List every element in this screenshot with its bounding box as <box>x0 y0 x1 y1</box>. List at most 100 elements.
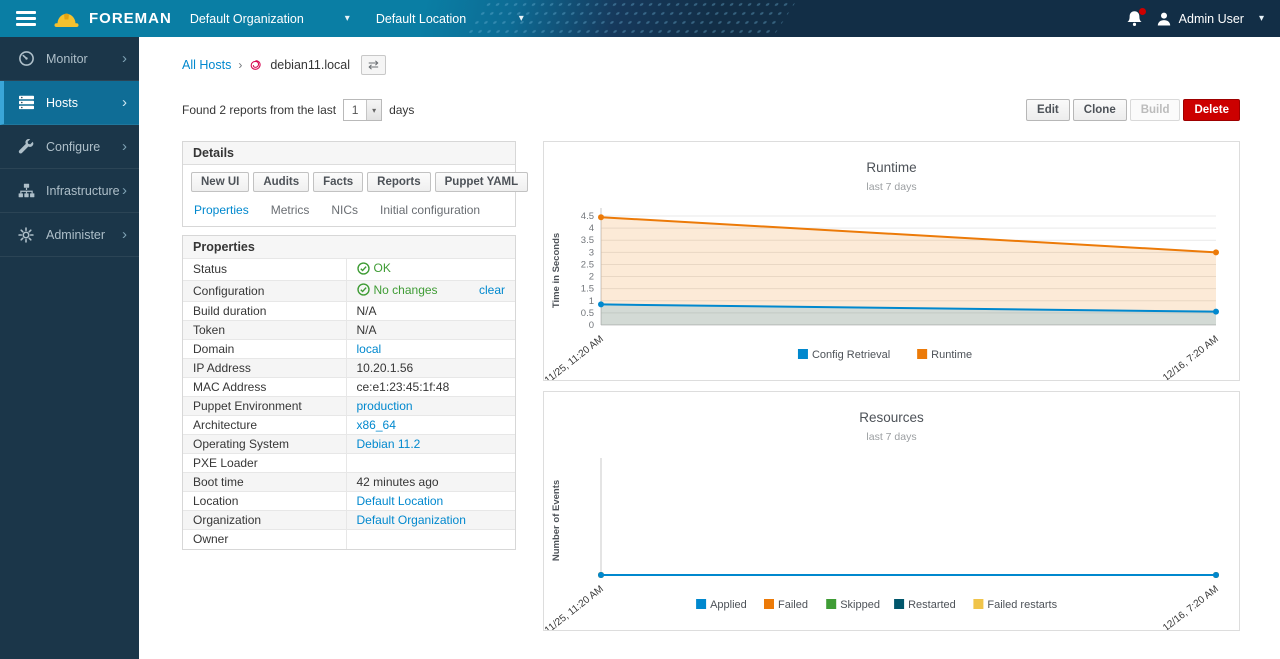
tab-initial-configuration[interactable]: Initial configuration <box>380 203 480 217</box>
gear-icon <box>18 227 37 243</box>
property-label: Configuration <box>183 280 346 302</box>
svg-text:last 7 days: last 7 days <box>866 181 916 193</box>
tab-nics[interactable]: NICs <box>331 203 358 217</box>
breadcrumb-host-name: debian11.local <box>270 58 350 72</box>
chevron-right-icon: › <box>122 226 127 243</box>
build-button: Build <box>1130 99 1181 121</box>
sidebar-item-hosts[interactable]: Hosts› <box>0 81 139 125</box>
svg-text:Config Retrieval: Config Retrieval <box>812 349 890 361</box>
details-panel: Details New UIAuditsFactsReportsPuppet Y… <box>182 141 516 227</box>
svg-text:Failed restarts: Failed restarts <box>987 599 1057 611</box>
svg-text:12/16, 7:20 AM: 12/16, 7:20 AM <box>1161 584 1221 630</box>
chevron-down-icon: ▾ <box>366 100 381 120</box>
details-buttons: New UIAuditsFactsReportsPuppet YAML <box>183 165 515 198</box>
foreman-logo[interactable]: FOREMAN <box>53 9 172 29</box>
property-link[interactable]: Default Organization <box>357 513 466 527</box>
sidebar-item-label: Administer <box>46 228 105 242</box>
table-row: TokenN/A <box>183 321 515 340</box>
report-count-text: Found 2 reports from the last <box>182 103 336 117</box>
chevron-down-icon: ▾ <box>1259 13 1264 24</box>
sidebar-item-infrastructure[interactable]: Infrastructure› <box>0 169 139 213</box>
property-value: Default Location <box>346 492 515 511</box>
sidebar-item-administer[interactable]: Administer › <box>0 213 139 257</box>
property-label: PXE Loader <box>183 454 346 473</box>
organization-switcher[interactable]: Default Organization ▾ <box>180 0 360 37</box>
facts-button[interactable]: Facts <box>313 172 363 192</box>
property-link[interactable]: Debian 11.2 <box>357 437 421 451</box>
host-details-column: Details New UIAuditsFactsReportsPuppet Y… <box>182 141 516 550</box>
svg-text:Resources: Resources <box>859 410 924 425</box>
tab-metrics[interactable]: Metrics <box>271 203 310 217</box>
organization-label: Default Organization <box>190 12 304 26</box>
svg-text:2.5: 2.5 <box>581 259 594 270</box>
chevron-right-icon: › <box>122 138 127 155</box>
clear-link[interactable]: clear <box>479 283 505 297</box>
svg-text:12/16, 7:20 AM: 12/16, 7:20 AM <box>1161 334 1221 380</box>
user-name: Admin User <box>1179 12 1244 26</box>
resources-chart: Resourceslast 7 daysNumber of Events11/2… <box>543 391 1240 631</box>
property-value: No changes clear <box>346 280 515 302</box>
puppet-yaml-button[interactable]: Puppet YAML <box>435 172 528 192</box>
new-ui-button[interactable]: New UI <box>191 172 249 192</box>
main-content: All Hosts › debian11.local ⇄ Found 2 rep… <box>139 37 1280 659</box>
menu-toggle-icon[interactable] <box>16 8 36 30</box>
svg-text:1: 1 <box>589 296 594 307</box>
host-actions: EditCloneBuildDelete <box>1026 99 1240 121</box>
svg-text:4: 4 <box>589 223 594 234</box>
audits-button[interactable]: Audits <box>253 172 309 192</box>
svg-text:1.5: 1.5 <box>581 284 594 295</box>
details-tabs: Properties Metrics NICs Initial configurati… <box>183 198 515 226</box>
property-label: Status <box>183 259 346 281</box>
days-select[interactable]: 1 ▾ <box>343 99 382 121</box>
check-circle-icon <box>357 283 370 296</box>
user-menu[interactable]: Admin User ▾ <box>1156 11 1264 27</box>
report-days-text: days <box>389 103 414 117</box>
notification-badge <box>1139 8 1146 15</box>
property-label: Build duration <box>183 302 346 321</box>
property-label: Domain <box>183 340 346 359</box>
svg-text:11/25, 11:20 AM: 11/25, 11:20 AM <box>544 334 606 380</box>
delete-button[interactable]: Delete <box>1183 99 1240 121</box>
property-link[interactable]: local <box>357 342 382 356</box>
tab-properties[interactable]: Properties <box>194 203 249 217</box>
property-link[interactable]: x86_64 <box>357 418 396 432</box>
chevron-down-icon: ▾ <box>519 13 524 24</box>
table-row: MAC Addressce:e1:23:45:1f:48 <box>183 378 515 397</box>
property-link[interactable]: Default Location <box>357 494 444 508</box>
sidebar-item-monitor[interactable]: Monitor› <box>0 37 139 81</box>
edit-button[interactable]: Edit <box>1026 99 1070 121</box>
location-switcher[interactable]: Default Location ▾ <box>366 0 534 37</box>
chart-canvas: Runtimelast 7 days00.511.522.533.544.5Ti… <box>544 142 1239 380</box>
svg-text:2: 2 <box>589 272 594 283</box>
sidebar-item-configure[interactable]: Configure› <box>0 125 139 169</box>
svg-text:Applied: Applied <box>710 599 747 611</box>
svg-text:0.5: 0.5 <box>581 308 594 319</box>
reports-button[interactable]: Reports <box>367 172 430 192</box>
properties-table: StatusOKConfigurationNo changesclearBuil… <box>183 258 515 549</box>
table-row: Operating System Debian 11.2 <box>183 435 515 454</box>
breadcrumb-all-hosts-link[interactable]: All Hosts <box>182 58 231 72</box>
property-value: ce:e1:23:45:1f:48 <box>346 378 515 397</box>
svg-text:Skipped: Skipped <box>840 599 880 611</box>
property-value: N/A <box>346 321 515 340</box>
property-link[interactable]: production <box>357 399 413 413</box>
properties-panel: Properties StatusOKConfigurationNo chang… <box>182 235 516 550</box>
property-value: 10.20.1.56 <box>346 359 515 378</box>
table-row: LocationDefault Location <box>183 492 515 511</box>
notifications-button[interactable] <box>1126 10 1143 27</box>
property-value: x86_64 <box>346 416 515 435</box>
status-badge: No changes <box>357 283 438 297</box>
property-label: Operating System <box>183 435 346 454</box>
check-circle-icon <box>357 262 370 275</box>
svg-text:Failed: Failed <box>778 599 808 611</box>
sidebar-item-label: Hosts <box>46 96 78 110</box>
host-switcher-button[interactable]: ⇄ <box>361 55 386 75</box>
chevron-right-icon: › <box>122 182 127 199</box>
masthead: FOREMAN Default Organization ▾ Default L… <box>0 0 1280 37</box>
table-row: Domain local <box>183 340 515 359</box>
svg-text:Restarted: Restarted <box>908 599 956 611</box>
clone-button[interactable]: Clone <box>1073 99 1127 121</box>
property-label: IP Address <box>183 359 346 378</box>
table-row: Boot time42 minutes ago <box>183 473 515 492</box>
svg-text:Number of Events: Number of Events <box>551 480 562 561</box>
